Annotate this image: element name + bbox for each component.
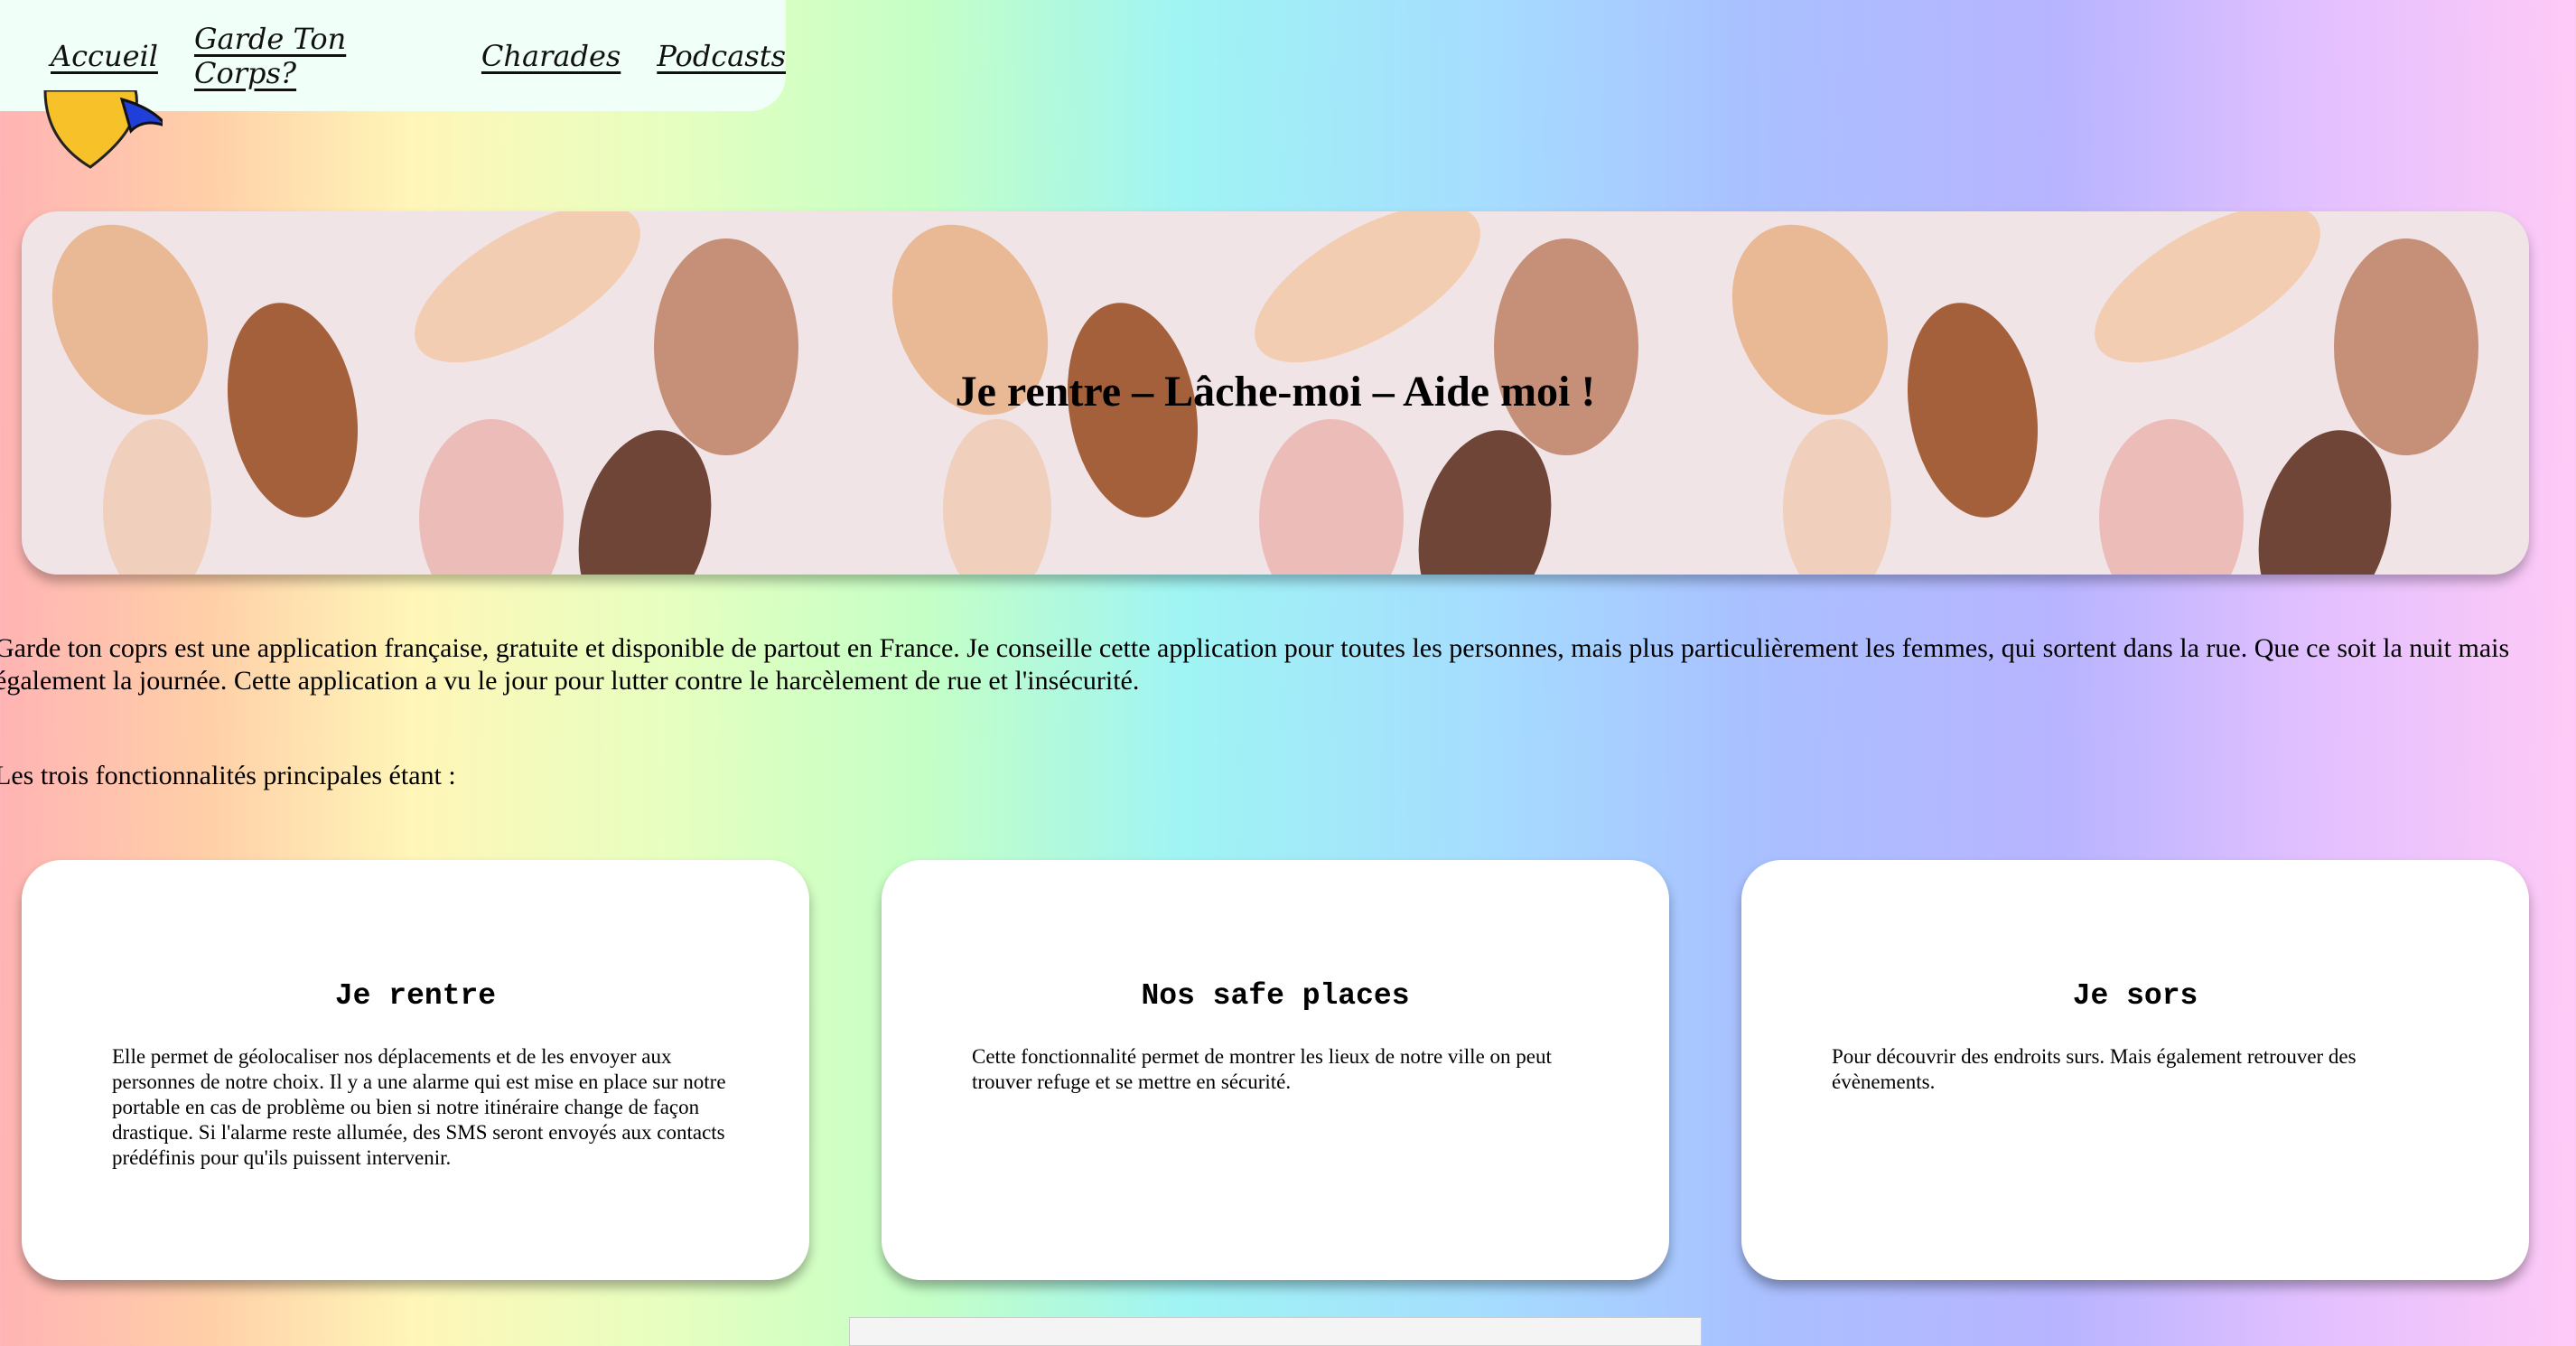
feature-card-je-rentre: Je rentre Elle permet de géolocaliser no…: [22, 860, 809, 1280]
nav-link-garde-ton-corps[interactable]: Garde Ton Corps?: [194, 22, 445, 90]
nav-link-charades[interactable]: Charades: [481, 39, 621, 73]
feature-title: Nos safe places: [1141, 979, 1410, 1013]
feature-title: Je rentre: [334, 979, 497, 1013]
nav-link-accueil[interactable]: Accueil: [51, 39, 158, 73]
feature-description: Pour découvrir des endroits surs. Mais é…: [1832, 1045, 2357, 1093]
feature-card-je-sors: Je sors Pour découvrir des endroits surs…: [1741, 860, 2529, 1280]
feature-title: Je sors: [2072, 979, 2198, 1013]
nav-link-podcasts[interactable]: Podcasts: [657, 39, 786, 73]
hero-title: Je rentre – Lâche-moi – Aide moi !: [955, 368, 1596, 416]
hero-banner: Je rentre – Lâche-moi – Aide moi !: [22, 211, 2529, 575]
logo-icon: [43, 90, 163, 169]
intro-paragraph: Garde ton coprs est une application fran…: [0, 633, 2510, 696]
feature-description: Cette fonctionnalité permet de montrer l…: [972, 1045, 1552, 1093]
footer-box: [849, 1317, 1702, 1346]
feature-description: Elle permet de géolocaliser nos déplacem…: [112, 1045, 726, 1169]
features-lead-text: Les trois fonctionnalités principales ét…: [0, 761, 456, 790]
feature-card-safe-places: Nos safe places Cette fonctionnalité per…: [882, 860, 1669, 1280]
